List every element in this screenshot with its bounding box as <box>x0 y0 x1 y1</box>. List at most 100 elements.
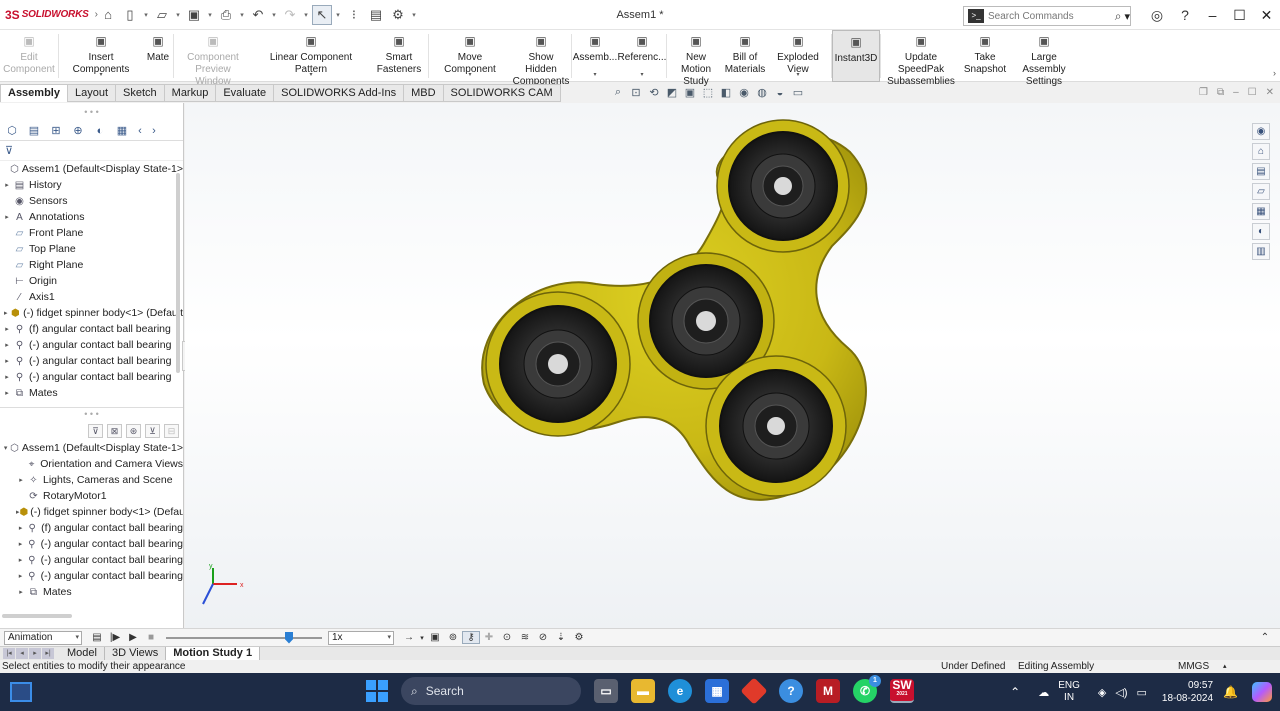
solidworks-logo[interactable]: 3S SOLIDWORKS › <box>0 8 98 22</box>
open-folder-icon[interactable]: ▱ <box>152 5 172 25</box>
widgets-icon[interactable] <box>10 682 32 702</box>
language-indicator[interactable]: ENG IN <box>1058 680 1080 704</box>
bom-button[interactable]: ▣ Bill of Materials <box>725 30 766 82</box>
chevron-down-icon[interactable]: ▾ <box>593 71 596 78</box>
exploded-view-button[interactable]: ▣ Exploded View ▾ <box>765 30 831 82</box>
onedrive-cloud-icon[interactable]: ☁ <box>1038 686 1049 699</box>
options-gear-icon[interactable]: ⚙ <box>388 5 408 25</box>
autokey-icon[interactable]: ⚷ <box>462 631 480 644</box>
linear-pattern-button[interactable]: ▣ Linear Component Pattern ▾ <box>252 30 370 82</box>
taskbar-search[interactable]: ⌕ Search <box>401 677 581 705</box>
mcafee-icon[interactable]: M <box>816 679 840 703</box>
start-button[interactable] <box>366 680 388 702</box>
filter-selected-icon[interactable]: ⊛ <box>126 424 141 438</box>
solidworks-resources-icon[interactable]: ◉ <box>1252 123 1270 140</box>
chevron-up-icon[interactable]: ▴ <box>1223 660 1227 673</box>
motion-study-properties-icon[interactable]: ⚙ <box>570 632 588 643</box>
playback-speed-select[interactable]: 1x ▾ <box>328 630 394 645</box>
tree-item[interactable]: ▸ ▤ History <box>0 177 183 193</box>
scroll-left-icon[interactable]: ‹ <box>136 125 144 137</box>
dynamic-annotation-icon[interactable]: ▣ <box>683 86 697 99</box>
print-icon[interactable]: ⎙ <box>216 5 236 25</box>
chevron-down-icon[interactable]: ▾ <box>302 11 310 19</box>
hide-show-items-icon[interactable]: ◉ <box>737 86 751 99</box>
chevron-down-icon[interactable]: ▾ <box>270 11 278 19</box>
chevron-down-icon[interactable]: ▾ <box>99 71 102 78</box>
home-icon[interactable]: ⌂ <box>98 5 118 25</box>
study-type-select[interactable]: Animation ▾ <box>4 630 82 645</box>
tree-item[interactable]: ▸ ⬢ (-) fidget spinner body<1> (Default <box>0 504 183 520</box>
zoom-to-fit-icon[interactable]: ⌕ <box>611 86 625 99</box>
expand-arrow-icon[interactable]: ▸ <box>2 373 12 381</box>
file-explorer-icon[interactable]: ▤ <box>1252 163 1270 180</box>
user-account-icon[interactable]: ◎ <box>1143 7 1171 24</box>
file-explorer-icon[interactable]: ▬ <box>631 679 655 703</box>
help-tips-icon[interactable]: ? <box>779 679 803 703</box>
previous-view-icon[interactable]: ⟲ <box>647 86 661 99</box>
chevron-down-icon[interactable]: ▾ <box>640 71 643 78</box>
clock[interactable]: 09:57 18-08-2024 <box>1162 679 1213 705</box>
traffic-light-icon[interactable]: ⁝ <box>344 5 364 25</box>
minimize-button[interactable]: – <box>1199 7 1226 23</box>
last-tab-icon[interactable]: ▸| <box>42 648 54 659</box>
filter-animation-icon[interactable]: ⊽ <box>88 424 103 438</box>
tab-motion-study-1[interactable]: Motion Study 1 <box>166 647 261 660</box>
chevron-down-icon[interactable]: ▾ <box>174 11 182 19</box>
tree-item[interactable]: ▱ Top Plane <box>0 241 183 257</box>
expand-arrow-icon[interactable]: ▸ <box>16 540 25 548</box>
tree-item[interactable]: ▸ ⧉ Mates <box>0 584 183 600</box>
help-icon[interactable]: ? <box>1171 7 1199 23</box>
panel-splitter[interactable]: • • • <box>0 103 183 121</box>
maximize-button[interactable]: ☐ <box>1226 7 1253 24</box>
feature-tree-scrollbar[interactable] <box>176 173 180 373</box>
spring-icon[interactable]: ≋ <box>516 632 534 643</box>
configuration-manager-tab-icon[interactable]: ⊞ <box>48 124 64 137</box>
solidworks-taskbar-icon[interactable]: SW 2021 <box>890 679 914 703</box>
instant3d-button[interactable]: ▣ Instant3D <box>832 30 880 82</box>
snapshot-button[interactable]: ▣ Take Snapshot <box>961 30 1009 82</box>
volume-icon[interactable]: ◁) <box>1115 686 1127 699</box>
chevron-down-icon[interactable]: ▾ <box>238 11 246 19</box>
new-document-icon[interactable]: ▯ <box>120 5 140 25</box>
zoom-to-area-icon[interactable]: ⊡ <box>629 86 643 99</box>
tab-3d-views[interactable]: 3D Views <box>105 647 167 660</box>
save-icon[interactable]: ▣ <box>184 5 204 25</box>
notifications-bell-icon[interactable]: 🔔 <box>1223 685 1238 699</box>
tree-item[interactable]: ▸ ⚲ (-) angular contact ball bearing <box>0 536 183 552</box>
appearances-icon[interactable]: ▦ <box>1252 203 1270 220</box>
show-hidden-button[interactable]: ▣ Show Hidden Components <box>511 30 571 87</box>
expand-arrow-icon[interactable]: ▾ <box>2 444 9 452</box>
tab-mbd[interactable]: MBD <box>404 84 444 102</box>
tab-model[interactable]: Model <box>60 647 105 660</box>
filter-icon[interactable]: ⊽ <box>0 141 183 161</box>
motion-tree-scrollbar[interactable] <box>2 614 72 618</box>
tree-item[interactable]: ▸ ⚲ (-) angular contact ball bearing <box>0 353 183 369</box>
display-manager-tab-icon[interactable]: ◐ <box>92 125 108 137</box>
motor-icon[interactable]: ⊙ <box>498 632 516 643</box>
tree-item[interactable]: ▸ ✧ Lights, Cameras and Scene <box>0 472 183 488</box>
view-settings-icon[interactable]: ▭ <box>791 86 805 99</box>
tree-item[interactable]: ⊢ Origin <box>0 273 183 289</box>
tree-item[interactable]: ▾ ⬡ Assem1 (Default<Display State-1> <box>0 440 183 456</box>
chevron-down-icon[interactable]: ▾ <box>418 634 426 642</box>
feature-manager-tab-icon[interactable]: ⬡ <box>4 124 20 137</box>
close-button[interactable]: ✕ <box>1253 7 1280 24</box>
stop-icon[interactable]: ■ <box>142 632 160 643</box>
tree-item[interactable]: ▸ A Annotations <box>0 209 183 225</box>
tree-item[interactable]: ◉ Sensors <box>0 193 183 209</box>
ribbon-scroll-right-icon[interactable]: › <box>1273 68 1276 78</box>
undo-icon[interactable]: ↶ <box>248 5 268 25</box>
large-assembly-button[interactable]: ▣ Large Assembly Settings <box>1009 30 1079 87</box>
next-tab-icon[interactable]: ▸ <box>29 648 41 659</box>
select-pointer-icon[interactable]: ↖ <box>312 4 332 25</box>
section-view-icon[interactable]: ◩ <box>665 86 679 99</box>
tab-sketch[interactable]: Sketch <box>116 84 165 102</box>
playback-mode-icon[interactable]: → <box>400 632 418 643</box>
filter-driving-icon[interactable]: ⊠ <box>107 424 122 438</box>
whatsapp-icon[interactable]: ✆ 1 <box>853 675 881 703</box>
view-palette-icon[interactable]: ▱ <box>1252 183 1270 200</box>
cam-manager-tab-icon[interactable]: ▦ <box>114 124 130 137</box>
fidget-spinner-model[interactable] <box>478 116 870 516</box>
expand-arrow-icon[interactable]: ▸ <box>16 524 25 532</box>
expand-arrow-icon[interactable]: ▸ <box>16 556 25 564</box>
